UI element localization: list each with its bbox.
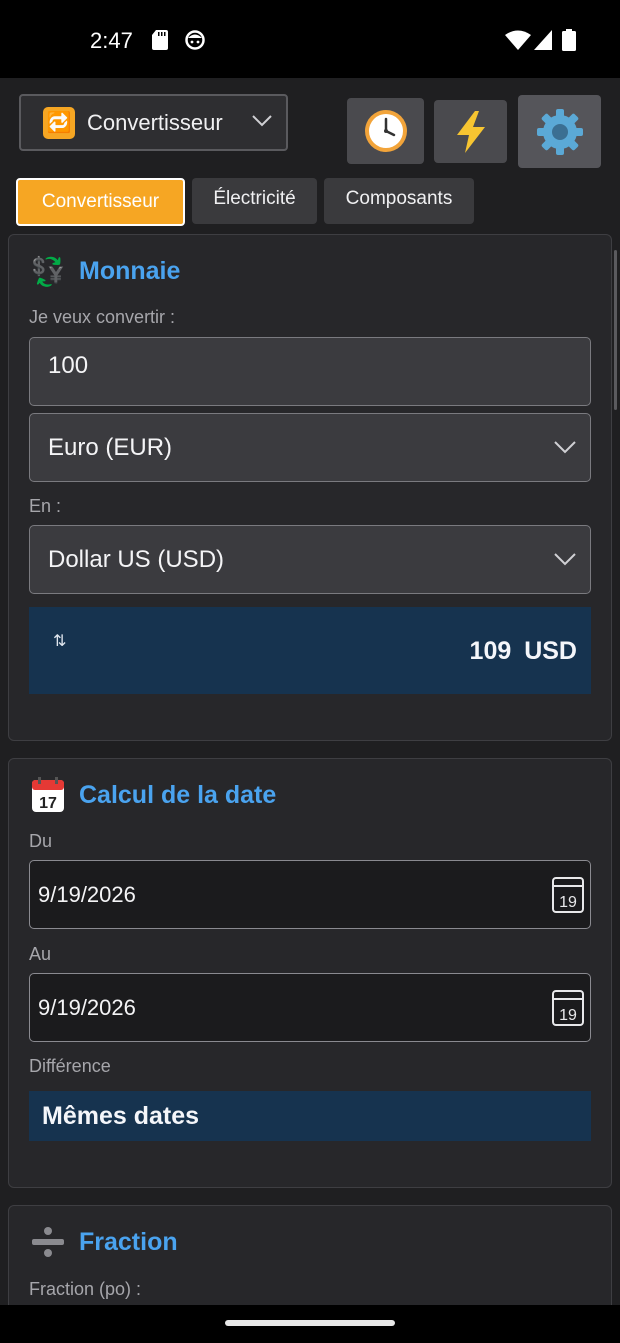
signal-icon: [534, 30, 552, 50]
sd-card-icon: [152, 30, 168, 50]
date-calc-card-title: 17 Calcul de la date: [29, 775, 276, 815]
converter-dropdown[interactable]: 🔁 Convertisseur: [19, 94, 288, 151]
currency-card-title: 💱 Monnaie: [29, 251, 181, 291]
clock-icon: [364, 110, 407, 152]
date-calc-title: Calcul de la date: [79, 780, 277, 809]
tab-composants[interactable]: Composants: [324, 178, 474, 224]
calendar-picker-icon[interactable]: 19: [552, 989, 584, 1027]
amount-input[interactable]: 100: [29, 337, 591, 406]
electricity-button[interactable]: [434, 100, 507, 163]
converter-dropdown-label: Convertisseur: [87, 109, 223, 135]
svg-text:17: 17: [39, 795, 57, 812]
history-button[interactable]: [347, 98, 424, 164]
status-bar: 2:47: [0, 0, 620, 78]
conversion-result-value: 109 USD: [469, 637, 577, 665]
calendar-icon: 17: [32, 777, 64, 812]
lightning-icon: [456, 110, 485, 153]
fraction-card-title: Fraction: [29, 1222, 178, 1262]
date-from-value: 9/19/2026: [38, 881, 136, 907]
date-from-input[interactable]: 9/19/2026 19: [29, 860, 591, 929]
fraction-label: Fraction (po) :: [29, 1279, 142, 1299]
date-to-input[interactable]: 9/19/2026 19: [29, 973, 591, 1042]
svg-text:19: 19: [559, 894, 577, 911]
swap-icon[interactable]: ⇅: [53, 631, 66, 651]
calendar-picker-icon[interactable]: 19: [552, 876, 584, 914]
tab-convertisseur[interactable]: Convertisseur: [16, 178, 185, 226]
fraction-title: Fraction: [79, 1227, 178, 1256]
date-to-value: 9/19/2026: [38, 994, 136, 1020]
app-content: 🔁 Convertisseur Convertisseur Électricit…: [0, 78, 620, 1325]
difference-label: Différence: [29, 1056, 111, 1076]
to-currency-select[interactable]: Dollar US (USD): [29, 525, 591, 594]
settings-button[interactable]: [518, 95, 601, 168]
convert-from-label: Je veux convertir :: [29, 307, 176, 327]
amount-value: 100: [48, 351, 89, 379]
battery-icon: [562, 29, 576, 51]
scrollbar[interactable]: [614, 250, 617, 410]
currency-exchange-icon: 💱: [30, 255, 66, 287]
navigation-bar: [0, 1305, 620, 1343]
svg-text:19: 19: [559, 1007, 577, 1024]
wifi-icon: [505, 30, 531, 50]
gear-icon: [536, 108, 583, 155]
convert-to-label: En :: [29, 496, 62, 516]
conversion-result: ⇅ 109 USD: [29, 607, 591, 694]
date-to-label: Au: [29, 944, 52, 964]
from-currency-value: Euro (EUR): [48, 433, 173, 461]
difference-value: Mêmes dates: [29, 1091, 591, 1141]
date-calc-card: 17 Calcul de la date Du 9/19/2026 19 Au …: [8, 758, 612, 1188]
currency-card: 💱 Monnaie Je veux convertir : 100 Euro (…: [8, 234, 612, 741]
chevron-down-icon: [252, 115, 272, 127]
from-currency-select[interactable]: Euro (EUR): [29, 413, 591, 482]
date-from-label: Du: [29, 831, 53, 851]
tab-electricite[interactable]: Électricité: [192, 178, 317, 224]
home-gesture-pill[interactable]: [225, 1320, 395, 1326]
face-icon: [185, 30, 205, 50]
chevron-down-icon: [554, 553, 576, 566]
chevron-down-icon: [554, 441, 576, 454]
divide-icon: [32, 1227, 64, 1257]
status-time: 2:47: [90, 28, 133, 53]
to-currency-value: Dollar US (USD): [48, 545, 225, 573]
repeat-icon: 🔁: [43, 106, 75, 139]
currency-title: Monnaie: [79, 256, 181, 285]
